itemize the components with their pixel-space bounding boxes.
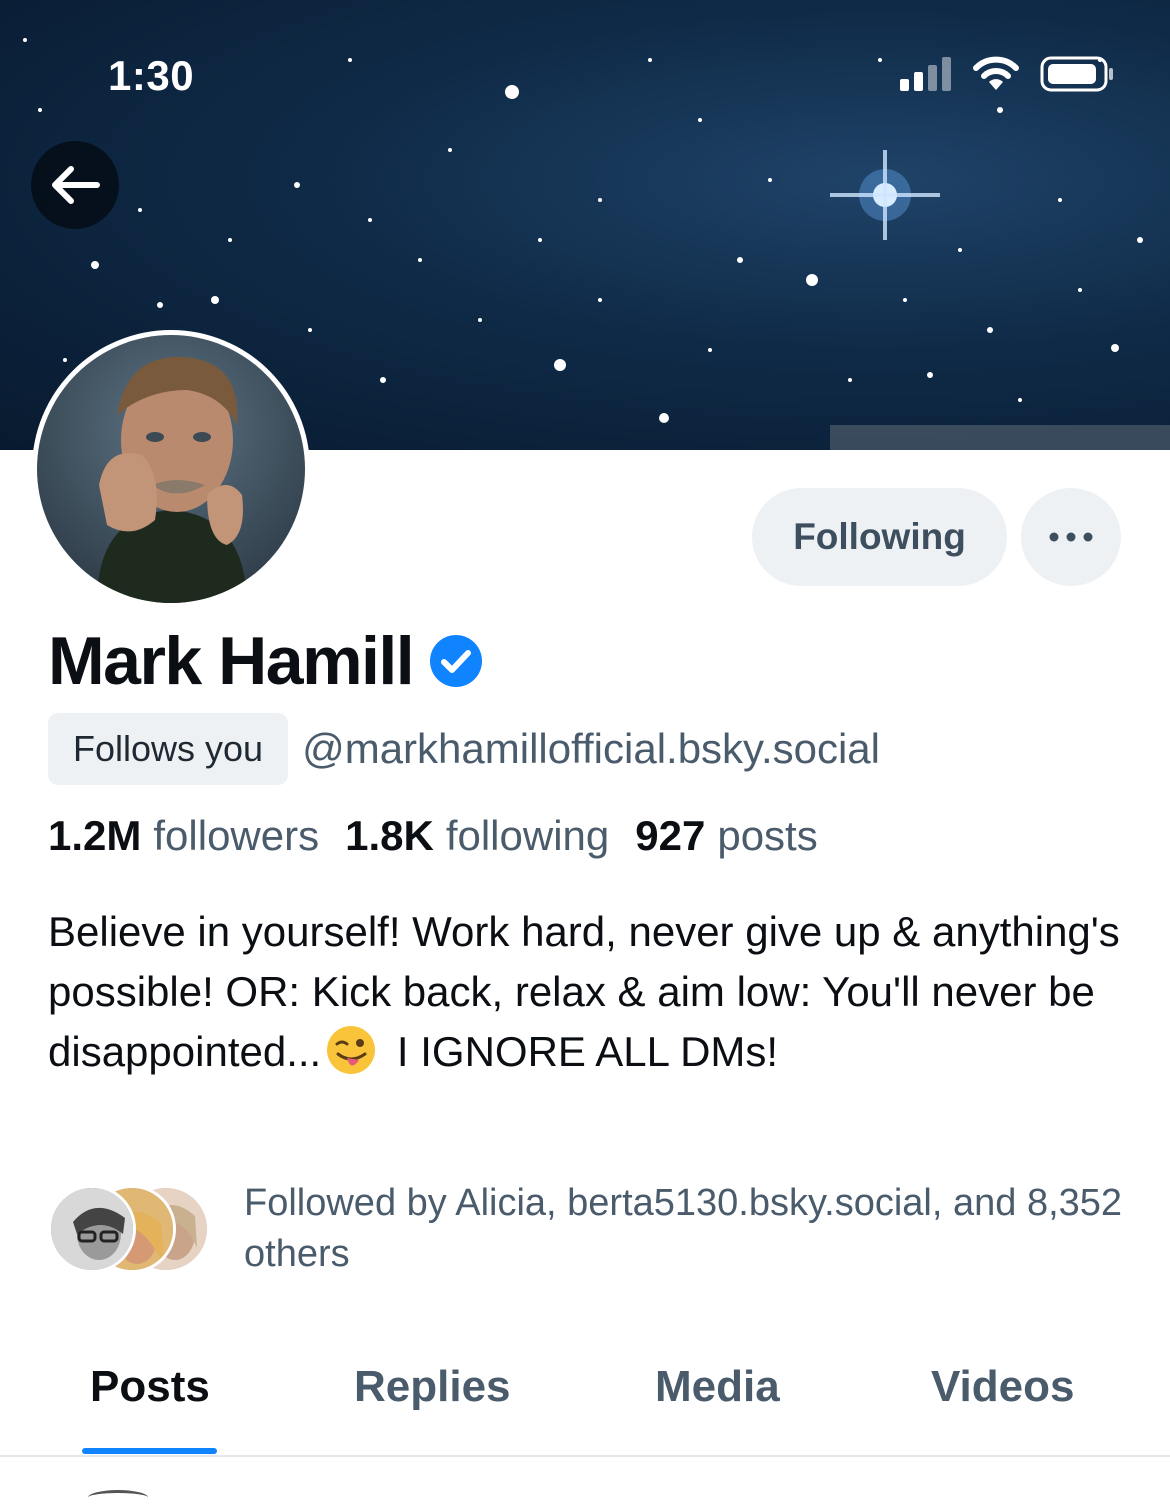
tab-videos[interactable]: Videos	[931, 1362, 1074, 1412]
banner-strip	[830, 425, 1170, 450]
wifi-icon	[973, 56, 1019, 90]
following-stat[interactable]: 1.8K following	[345, 812, 609, 860]
signal-icon	[900, 57, 951, 91]
status-time: 1:30	[108, 52, 195, 99]
profile-stats: 1.2M followers 1.8K following 927 posts	[48, 812, 844, 860]
avatar-photo	[37, 335, 305, 603]
ellipsis-icon	[1049, 532, 1093, 542]
followers-label: followers	[153, 812, 320, 859]
name-row: Mark Hamill	[48, 622, 483, 700]
handle-row: Follows you @markhamillofficial.bsky.soc…	[48, 713, 880, 785]
follows-you-badge: Follows you	[48, 713, 289, 785]
following-count: 1.8K	[345, 812, 434, 859]
profile-bio: Believe in yourself! Work hard, never gi…	[48, 902, 1128, 1082]
profile-tabs: Posts Replies Media Videos	[0, 1340, 1170, 1457]
posts-count: 927	[635, 812, 706, 859]
more-options-button[interactable]	[1021, 488, 1121, 586]
profile-handle: @markhamillofficial.bsky.social	[302, 725, 880, 772]
profile-avatar[interactable]	[32, 330, 310, 608]
followed-by-avatars[interactable]	[48, 1185, 213, 1275]
verified-check-icon[interactable]	[429, 634, 483, 688]
followers-count: 1.2M	[48, 812, 142, 859]
bright-star	[830, 150, 940, 240]
posts-label: posts	[717, 812, 818, 859]
follower-avatar	[48, 1185, 136, 1273]
next-post-avatar-peek	[88, 1490, 148, 1505]
back-button[interactable]	[31, 141, 119, 229]
followers-stat[interactable]: 1.2M followers	[48, 812, 319, 860]
tab-replies[interactable]: Replies	[354, 1362, 511, 1412]
arrow-left-icon	[52, 166, 100, 204]
active-tab-indicator	[82, 1448, 217, 1454]
battery-icon	[1040, 56, 1113, 92]
tab-posts[interactable]: Posts	[90, 1362, 210, 1412]
status-icons	[900, 56, 1114, 92]
following-label: following	[445, 812, 610, 859]
posts-stat: 927 posts	[635, 812, 817, 860]
tab-media[interactable]: Media	[655, 1362, 780, 1412]
display-name: Mark Hamill	[48, 623, 415, 699]
followed-by-text[interactable]: Followed by Alicia, berta5130.bsky.socia…	[244, 1178, 1144, 1280]
following-button[interactable]: Following	[752, 488, 1007, 586]
bio-text-2: I IGNORE ALL DMs!	[385, 1028, 779, 1075]
winking-face-with-tongue-icon	[327, 1026, 376, 1074]
